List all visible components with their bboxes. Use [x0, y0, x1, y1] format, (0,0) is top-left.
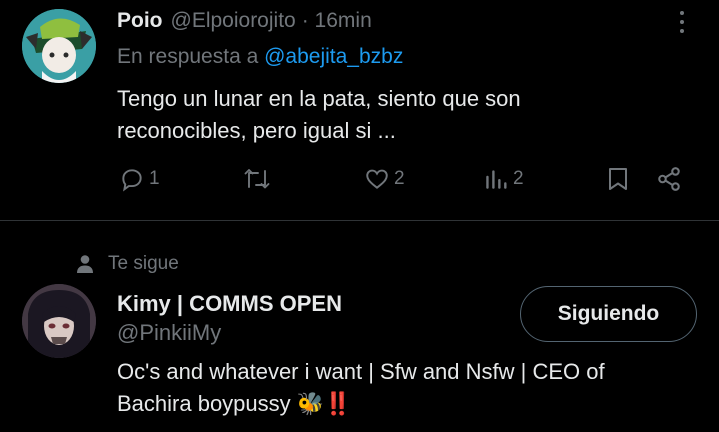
more-icon: [680, 11, 684, 33]
views-count: 2: [513, 168, 524, 189]
follows-you-indicator: Te sigue: [76, 253, 179, 275]
reply-to-mention[interactable]: @abejita_bzbz: [264, 45, 403, 68]
author-handle[interactable]: @Elpoiorojito: [171, 9, 296, 33]
bio-line: Bachira boypussy 🐝‼️: [117, 391, 352, 416]
reply-icon: [122, 169, 142, 192]
share-button[interactable]: [656, 166, 682, 197]
tweet-header: Poio @Elpoiorojito · 16min: [117, 7, 372, 35]
poio-avatar[interactable]: [22, 9, 96, 83]
retweet-button[interactable]: [243, 166, 275, 192]
follows-you-label: Te sigue: [108, 253, 179, 274]
kimy-avatar[interactable]: [22, 284, 96, 358]
views-icon: [486, 170, 507, 189]
reply-prefix: En respuesta a: [117, 45, 259, 68]
user-bio: Oc's and whatever i want | Sfw and Nsfw …: [117, 356, 605, 420]
heart-icon: [366, 169, 388, 189]
divider: [0, 220, 719, 221]
tweet-text-line: Tengo un lunar en la pata, siento que so…: [117, 86, 521, 111]
reply-count: 1: [149, 168, 160, 189]
share-icon: [658, 167, 680, 191]
following-button[interactable]: Siguiendo: [520, 286, 697, 342]
tweet-text-line: reconocibles, pero igual si ...: [117, 118, 396, 143]
person-icon: [77, 255, 93, 273]
retweet-icon: [244, 169, 270, 189]
reply-button[interactable]: 1: [119, 166, 160, 192]
bookmark-icon: [609, 168, 627, 190]
tweet-time[interactable]: · 16min: [302, 9, 372, 33]
user-handle[interactable]: @PinkiiMy: [117, 320, 221, 346]
like-count: 2: [394, 168, 405, 189]
like-button[interactable]: 2: [364, 166, 405, 192]
reply-context: En respuesta a @abejita_bzbz: [117, 45, 403, 69]
more-options-button[interactable]: [672, 11, 692, 39]
bio-line: Oc's and whatever i want | Sfw and Nsfw …: [117, 359, 605, 384]
author-name[interactable]: Poio: [117, 9, 163, 33]
bookmark-button[interactable]: [606, 166, 630, 197]
views-button[interactable]: 2: [483, 166, 524, 192]
tweet-text: Tengo un lunar en la pata, siento que so…: [117, 83, 521, 147]
user-name[interactable]: Kimy | COMMS OPEN: [117, 291, 342, 317]
